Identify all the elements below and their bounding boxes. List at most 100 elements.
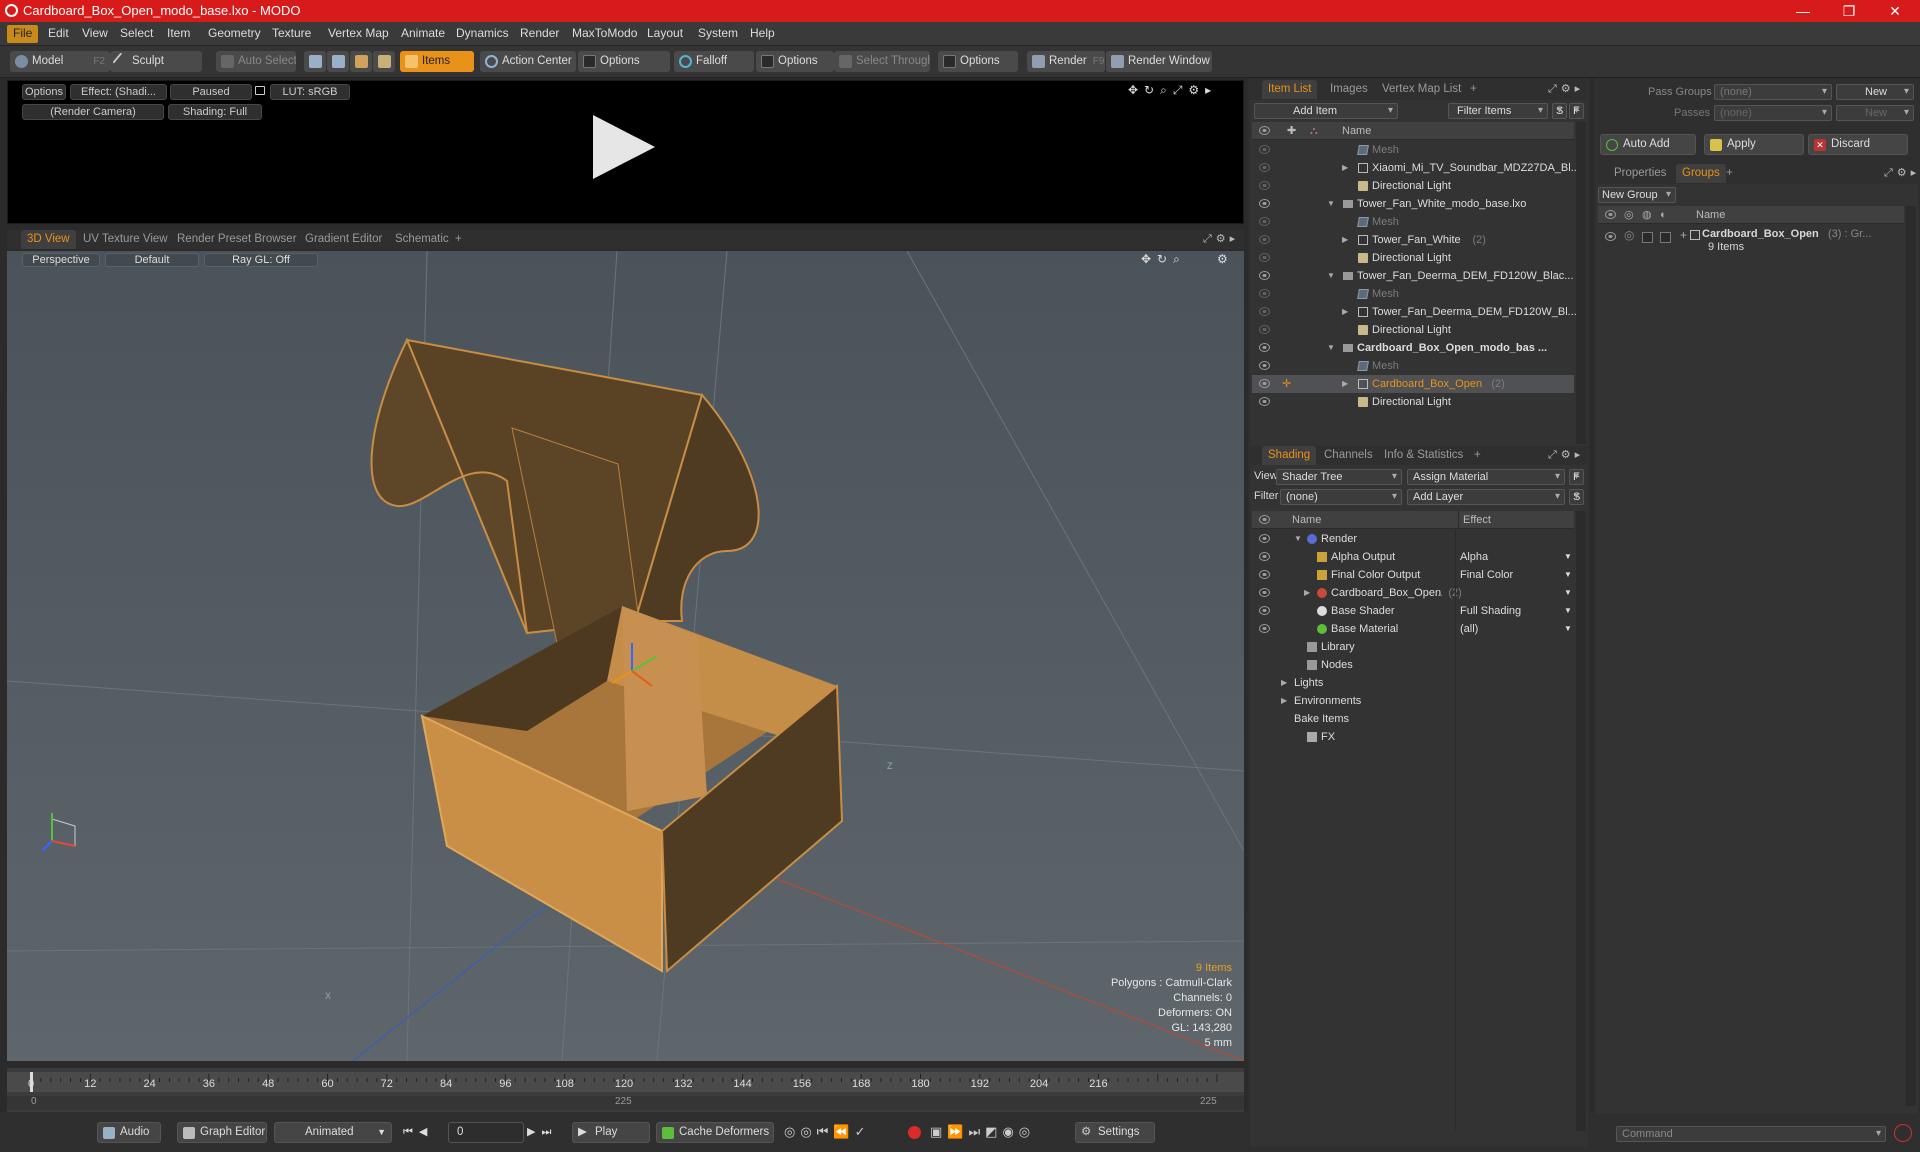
shader-row[interactable]: Bake Items (1252, 710, 1574, 728)
visibility-toggle-icon[interactable] (1605, 232, 1616, 241)
lock-icon[interactable] (255, 86, 265, 95)
3d-viewport[interactable]: Z X 9 Items Polygons : Catmull-Clark Cha… (7, 251, 1244, 1061)
expand-arrow-icon[interactable]: ▶ (1342, 375, 1348, 393)
action-center-options[interactable]: Options (578, 51, 670, 72)
animated-dropdown[interactable]: Animated ▼ (274, 1122, 392, 1143)
effect-value[interactable]: Final Color (1460, 566, 1513, 584)
preview-options-button[interactable]: Options (22, 84, 66, 100)
shader-row[interactable]: ▶Cardboard_Box_Open(2)...▼ (1252, 584, 1574, 602)
assign-material-button[interactable]: Assign Material (1407, 469, 1565, 485)
falloff-options[interactable]: Options (756, 51, 834, 72)
add-tab-button[interactable]: + (449, 230, 468, 249)
select-toggle[interactable] (1660, 232, 1671, 243)
shader-row[interactable]: FX (1252, 728, 1574, 746)
key-tools-icons[interactable]: ◎◎⏮⏪✓ (784, 1124, 870, 1140)
panel-options-icon[interactable]: ⤢⚙▸ (1548, 82, 1584, 96)
frame-input[interactable]: 0 (448, 1122, 524, 1143)
visibility-toggle-icon[interactable] (1259, 163, 1270, 172)
tab-groups[interactable]: Groups (1676, 164, 1726, 183)
expand-arrow-icon[interactable]: ▶ (1281, 674, 1287, 692)
render-button[interactable]: Render F9 (1027, 51, 1105, 72)
viewport-nav-icons[interactable]: ✥↻⌕ (1141, 252, 1186, 267)
item-row[interactable]: Directional Light (1252, 321, 1574, 339)
raygl-dropdown[interactable]: Ray GL: Off (204, 253, 318, 267)
settings-button[interactable]: ⚙ Settings (1075, 1122, 1155, 1143)
visibility-toggle-icon[interactable] (1259, 253, 1270, 262)
shader-row[interactable]: Base Material (all) ▼ (1252, 620, 1574, 638)
menu-maxtomodo[interactable]: MaxToModo (566, 25, 643, 43)
add-item-dropdown[interactable]: Add Item (1254, 103, 1398, 119)
cache-deformers-button[interactable]: Cache Deformers (656, 1122, 774, 1143)
tab-shading[interactable]: Shading (1262, 446, 1317, 465)
command-input[interactable]: Command (1616, 1126, 1886, 1142)
filter-dropdown[interactable]: (none) (1280, 489, 1402, 505)
visibility-toggle-icon[interactable] (1259, 343, 1270, 352)
record-icon[interactable] (908, 1126, 921, 1139)
auto-add-button[interactable]: Auto Add (1600, 134, 1696, 155)
visibility-toggle-icon[interactable] (1259, 325, 1270, 334)
effect-value[interactable]: Alpha (1460, 548, 1488, 566)
new-group-button[interactable]: New Group (1598, 187, 1676, 203)
itemlist-scrollbar[interactable] (1576, 122, 1586, 444)
view-dropdown[interactable]: Shader Tree (1276, 469, 1402, 485)
chevron-down-icon[interactable]: ▼ (1564, 566, 1572, 584)
chevron-down-icon[interactable]: ▼ (1564, 584, 1572, 602)
tab-3d-view[interactable]: 3D View (21, 230, 76, 249)
effect-value[interactable]: Full Shading (1460, 602, 1521, 620)
menu-dynamics[interactable]: Dynamics (450, 25, 515, 43)
vertices-mode-button[interactable] (304, 51, 326, 72)
timeline[interactable]: 0 12 24 36 48 60 72 84 96 108 120 132 144 156 168 180 19… (7, 1068, 1244, 1112)
auto-select-button[interactable]: Auto Select (216, 51, 296, 72)
perspective-dropdown[interactable]: Perspective (22, 253, 100, 267)
key-nav-icons[interactable]: ▣⏩⏭◩◉◎ (930, 1124, 1035, 1140)
effect-value[interactable]: (all) (1460, 620, 1478, 638)
new-pass-group-button[interactable]: New (1836, 84, 1914, 100)
expand-arrow-icon[interactable]: ▶ (1281, 692, 1287, 710)
play-button[interactable]: ▶ Play (572, 1122, 650, 1143)
tab-gradient-editor[interactable]: Gradient Editor (299, 230, 388, 249)
menu-layout[interactable]: Layout (641, 25, 689, 43)
tab-info-statistics[interactable]: Info & Statistics (1378, 446, 1469, 465)
expand-arrow-icon[interactable]: ▶ (1304, 584, 1310, 602)
menu-geometry[interactable]: Geometry (202, 25, 267, 43)
tab-uv-texture-view[interactable]: UV Texture View (77, 230, 174, 249)
item-row[interactable]: Mesh (1252, 357, 1574, 375)
shader-row[interactable]: ▶ Environments (1252, 692, 1574, 710)
tab-images[interactable]: Images (1324, 80, 1374, 99)
visibility-toggle-icon[interactable] (1259, 588, 1270, 597)
apply-button[interactable]: Apply (1704, 134, 1804, 155)
timeline-range-bar[interactable]: 0 225 225 (7, 1096, 1244, 1110)
item-row[interactable]: Mesh (1252, 213, 1574, 231)
tab-schematic[interactable]: Schematic (389, 230, 455, 249)
menu-select[interactable]: Select (114, 25, 159, 43)
tab-channels[interactable]: Channels (1318, 446, 1379, 465)
panel-options-icon[interactable]: ⤢⚙▸ (1203, 232, 1239, 246)
model-mode-button[interactable]: Model F2 (10, 51, 110, 72)
passes-dropdown[interactable]: (none) (1714, 105, 1832, 121)
filter-s-button[interactable]: S (1552, 103, 1567, 119)
menu-render[interactable]: Render (514, 25, 565, 43)
expand-arrow-icon[interactable]: ▶ (1342, 231, 1348, 249)
shader-row[interactable]: ▼ Render (1252, 530, 1574, 548)
materials-mode-button[interactable] (373, 51, 395, 72)
add-tab-button[interactable]: + (1720, 164, 1739, 183)
preview-nav-icons[interactable]: ✥↻⌕⤢⚙▸ (1128, 83, 1217, 98)
menu-view[interactable]: View (76, 25, 114, 43)
lut-dropdown[interactable]: LUT: sRGB (270, 84, 350, 100)
item-row[interactable]: Directional Light (1252, 393, 1574, 411)
graph-editor-button[interactable]: Graph Editor (177, 1122, 267, 1143)
filter-f-button[interactable]: F (1569, 103, 1584, 119)
visibility-toggle-icon[interactable] (1259, 534, 1270, 543)
render-toggle-icon[interactable]: ◎ (1624, 228, 1634, 242)
expand-arrow-icon[interactable]: ▶ (1342, 159, 1348, 177)
shading-dropdown[interactable]: Shading: Full (168, 104, 262, 120)
expand-arrow-icon[interactable]: ▶ (1342, 303, 1348, 321)
visibility-toggle-icon[interactable] (1259, 397, 1270, 406)
expand-arrow-icon[interactable]: ▼ (1327, 339, 1335, 357)
visibility-toggle-icon[interactable] (1259, 552, 1270, 561)
menu-texture[interactable]: Texture (266, 25, 317, 43)
add-tab-button[interactable]: + (1468, 446, 1487, 465)
command-history-icon[interactable] (1894, 1124, 1912, 1142)
tab-properties[interactable]: Properties (1608, 164, 1672, 183)
shading-f-button[interactable]: F (1569, 469, 1584, 485)
